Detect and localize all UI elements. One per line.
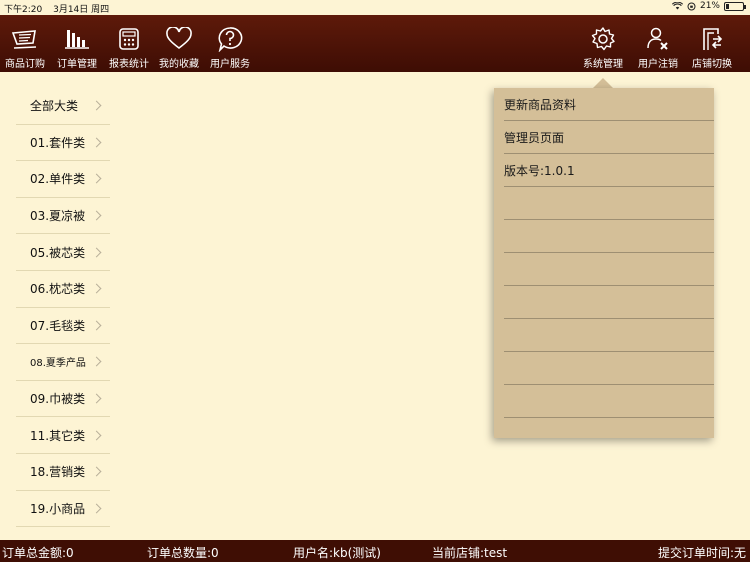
category-label: 08.夏季产品 — [30, 358, 86, 370]
category-item[interactable]: 18.营销类 — [16, 454, 110, 491]
chevron-right-icon — [91, 174, 102, 184]
empty-menu-row — [504, 286, 714, 319]
category-label: 全部大类 — [30, 99, 79, 114]
my-favorites-label: 我的收藏 — [159, 59, 199, 70]
category-item[interactable]: 全部大类 — [16, 88, 110, 125]
empty-menu-row — [504, 352, 714, 385]
submit-order-time: 提交订单时间:无 — [657, 546, 746, 560]
category-item[interactable]: 11.其它类 — [16, 417, 110, 454]
wifi-icon — [671, 2, 683, 10]
empty-menu-row — [504, 187, 714, 220]
category-label: 01.套件类 — [30, 135, 86, 150]
orientation-lock-icon — [687, 2, 696, 10]
battery-icon — [724, 1, 746, 11]
admin-page-menu-item[interactable]: 管理员页面 — [504, 121, 714, 154]
calculator-icon — [114, 25, 144, 53]
status-time: 下午2:20 — [4, 5, 43, 15]
status-bar: 下午2:20 3月14日 周四 21% — [0, 0, 750, 15]
empty-menu-row — [504, 385, 714, 418]
user-logout-icon — [643, 25, 673, 53]
report-statistics-button[interactable]: 报表统计 — [107, 15, 151, 72]
category-list: 全部大类 01.套件类 02.单件类 03.夏凉被 05.被芯类 06.枕芯类 … — [16, 88, 110, 528]
chevron-right-icon — [91, 393, 102, 404]
report-statistics-label: 报表统计 — [109, 59, 149, 70]
order-products-button[interactable]: 商品订购 — [3, 15, 47, 72]
bar-chart-icon — [62, 25, 92, 53]
store-switch-button[interactable]: 店铺切换 — [690, 15, 734, 72]
order-management-label: 订单管理 — [57, 59, 97, 70]
category-item[interactable]: 08.夏季产品 — [16, 344, 110, 381]
user-service-label: 用户服务 — [210, 59, 250, 70]
status-date: 3月14日 周四 — [53, 5, 110, 15]
category-item[interactable]: 02.单件类 — [16, 161, 110, 198]
empty-menu-row — [504, 319, 714, 352]
cart-icon — [10, 25, 40, 53]
category-label: 07.毛毯类 — [30, 318, 86, 333]
category-item[interactable]: 07.毛毯类 — [16, 308, 110, 345]
user-service-button[interactable]: 用户服务 — [208, 15, 252, 72]
order-summary-bar: 订单总金额:0 订单总数量:0 用户名:kb(测试) 当前店铺:test 提交订… — [0, 540, 750, 562]
store-switch-icon — [697, 25, 727, 53]
category-label: 06.枕芯类 — [30, 282, 86, 297]
heart-icon — [164, 25, 194, 53]
chevron-right-icon — [91, 100, 102, 111]
category-label: 09.巾被类 — [30, 392, 86, 407]
gear-icon — [588, 25, 618, 53]
category-item[interactable]: 06.枕芯类 — [16, 271, 110, 308]
my-favorites-button[interactable]: 我的收藏 — [157, 15, 201, 72]
total-quantity: 订单总数量:0 — [147, 546, 219, 560]
version-menu-item[interactable]: 版本号:1.0.1 — [504, 154, 714, 187]
battery-fill — [726, 3, 729, 9]
battery-percent: 21% — [699, 1, 720, 11]
popover-arrow — [593, 78, 613, 88]
category-label: 11.其它类 — [30, 428, 86, 443]
system-management-button[interactable]: 系统管理 — [581, 15, 625, 72]
system-management-label: 系统管理 — [583, 59, 623, 70]
chevron-right-icon — [91, 430, 102, 441]
chevron-right-icon — [91, 210, 102, 221]
status-right: 21% — [671, 1, 746, 11]
user-logout-button[interactable]: 用户注销 — [636, 15, 680, 72]
order-management-button[interactable]: 订单管理 — [55, 15, 99, 72]
help-bubble-icon — [215, 25, 245, 53]
category-item[interactable]: 19.小商品 — [16, 491, 110, 528]
total-amount: 订单总金额:0 — [2, 546, 74, 560]
category-item[interactable]: 01.套件类 — [16, 125, 110, 162]
chevron-right-icon — [91, 466, 102, 477]
chevron-right-icon — [91, 137, 102, 148]
chevron-right-icon — [91, 320, 102, 331]
chevron-right-icon — [91, 503, 102, 514]
chevron-right-icon — [91, 283, 102, 294]
username: 用户名:kb(测试) — [293, 546, 381, 560]
empty-menu-row — [504, 220, 714, 253]
chevron-right-icon — [91, 247, 102, 258]
empty-menu-row — [504, 253, 714, 286]
category-label: 02.单件类 — [30, 172, 86, 187]
status-left: 下午2:20 3月14日 周四 — [4, 2, 117, 15]
category-item[interactable]: 05.被芯类 — [16, 234, 110, 271]
update-products-menu-item[interactable]: 更新商品资料 — [504, 88, 714, 121]
category-label: 18.营销类 — [30, 465, 86, 480]
current-store: 当前店铺:test — [432, 546, 508, 560]
category-label: 05.被芯类 — [30, 245, 86, 260]
category-item[interactable]: 09.巾被类 — [16, 381, 110, 418]
system-menu-popover: 更新商品资料 管理员页面 版本号:1.0.1 — [494, 88, 714, 438]
user-logout-label: 用户注销 — [638, 59, 678, 70]
category-label: 03.夏凉被 — [30, 209, 86, 224]
order-products-label: 商品订购 — [5, 59, 45, 70]
toolbar: 商品订购 订单管理 报表统计 我的收藏 用户服务 系统管理 用户注销 店铺切换 — [0, 15, 750, 72]
category-item[interactable]: 03.夏凉被 — [16, 198, 110, 235]
store-switch-label: 店铺切换 — [692, 59, 732, 70]
category-label: 19.小商品 — [30, 501, 86, 516]
chevron-right-icon — [91, 357, 102, 367]
